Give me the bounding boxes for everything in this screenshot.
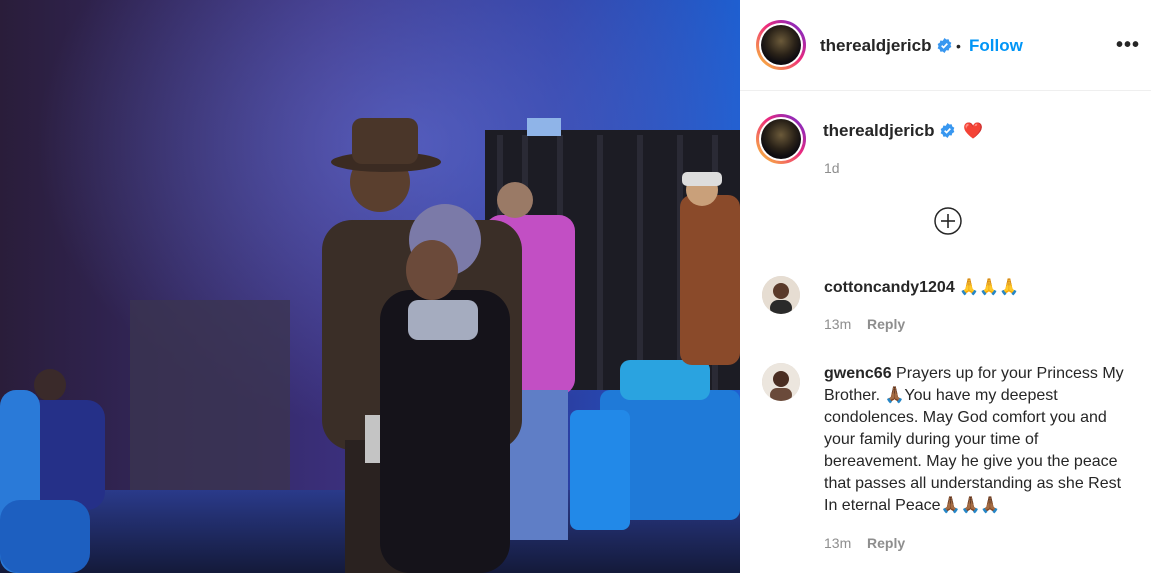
commenter-avatar[interactable] xyxy=(762,276,800,314)
header-username[interactable]: therealdjericb xyxy=(820,36,932,55)
comment-text: Prayers up for your Princess My Brother.… xyxy=(824,365,1124,514)
comment-1: cottoncandy1204 🙏🙏🙏 xyxy=(824,277,1134,299)
caption-username[interactable]: therealdjericb xyxy=(823,121,935,140)
plus-circle-icon[interactable] xyxy=(934,207,962,235)
video-frame xyxy=(0,0,740,573)
comment-username[interactable]: gwenc66 xyxy=(824,365,892,382)
heart-emoji: ❤️ xyxy=(963,123,984,140)
comment-username[interactable]: cottoncandy1204 xyxy=(824,279,955,296)
header-avatar[interactable] xyxy=(756,20,806,70)
post-side-panel: therealdjericb • Follow ••• therealdjeri… xyxy=(740,0,1151,573)
caption-line: therealdjericb ❤️ xyxy=(823,121,983,141)
reply-button[interactable]: Reply xyxy=(867,535,905,551)
caption-avatar[interactable] xyxy=(756,114,806,164)
header-separator: • xyxy=(956,38,961,54)
comment-time: 13m xyxy=(824,316,852,332)
header-username-wrap: therealdjericb xyxy=(820,36,952,56)
follow-button[interactable]: Follow xyxy=(969,36,1023,56)
more-options-button[interactable]: ••• xyxy=(1116,34,1140,57)
post-media[interactable] xyxy=(0,0,740,573)
comment-text: 🙏🙏🙏 xyxy=(959,279,1019,296)
verified-badge-icon xyxy=(940,123,954,138)
caption-time: 1d xyxy=(824,160,840,176)
comment-2: gwenc66 Prayers up for your Princess My … xyxy=(824,363,1124,517)
verified-badge-icon xyxy=(937,38,951,53)
commenter-avatar[interactable] xyxy=(762,363,800,401)
reply-button[interactable]: Reply xyxy=(867,316,905,332)
comment-time: 13m xyxy=(824,535,852,551)
post-header: therealdjericb • Follow ••• xyxy=(740,0,1151,91)
